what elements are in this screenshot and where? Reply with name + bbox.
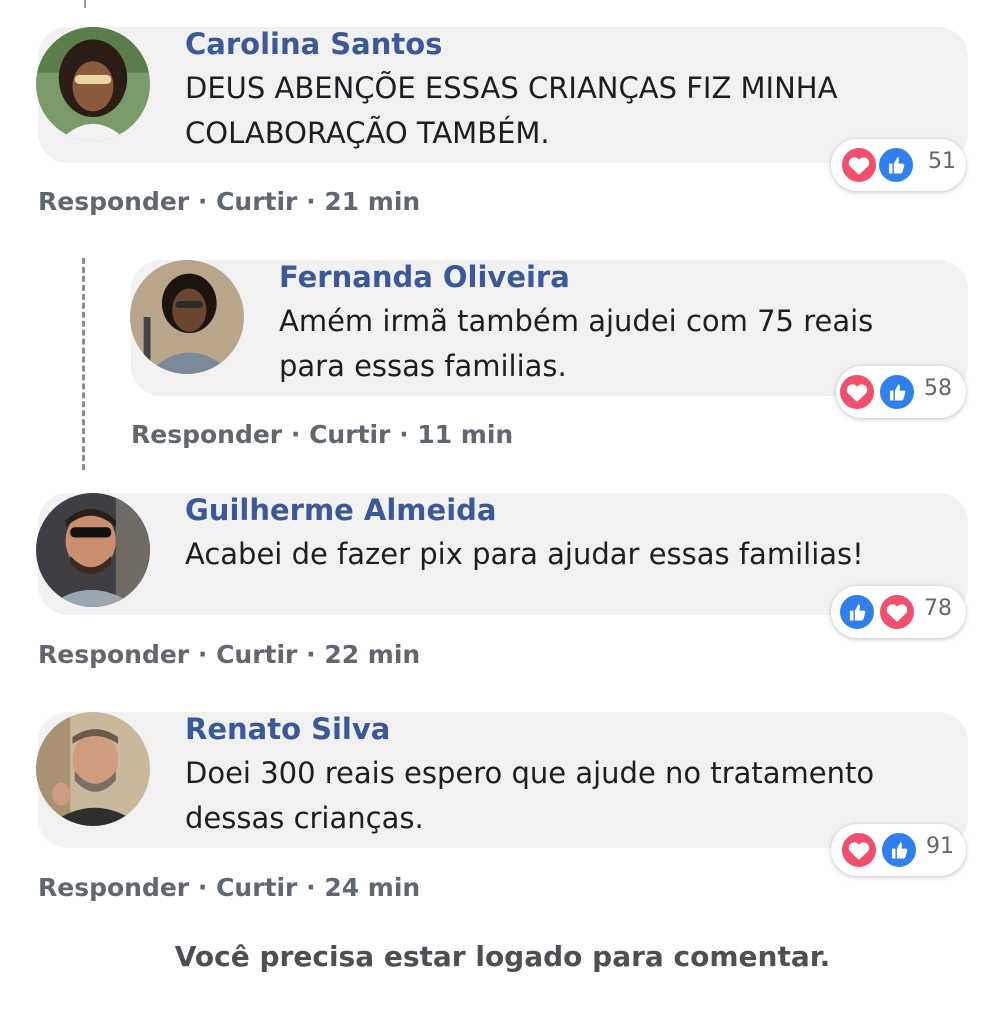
- avatar-photo: [36, 493, 150, 607]
- like-link[interactable]: Curtir: [216, 640, 297, 669]
- comment-text-line: dessas crianças.: [185, 801, 424, 835]
- comment-text-line: Doei 300 reais espero que ajude no trata…: [185, 756, 875, 790]
- comment-author[interactable]: Renato Silva: [185, 712, 390, 746]
- comment-text: Amém irmã também ajudei com 75 reais par…: [279, 299, 873, 389]
- comment-author[interactable]: Fernanda Oliveira: [279, 260, 570, 294]
- reply-link[interactable]: Responder: [38, 640, 189, 669]
- separator: ·: [290, 420, 310, 449]
- separator: ·: [197, 873, 217, 902]
- avatar[interactable]: [36, 27, 150, 141]
- avatar-photo: [36, 27, 150, 141]
- avatar-photo: [36, 712, 150, 826]
- love-icon: [840, 831, 878, 869]
- reaction-summary[interactable]: 51: [831, 139, 966, 191]
- comment-actions: Responder · Curtir · 21 min: [38, 187, 420, 216]
- avatar-photo: [130, 260, 244, 374]
- separator: ·: [306, 873, 325, 902]
- comment-time: 11 min: [417, 420, 514, 449]
- avatar[interactable]: [130, 260, 244, 374]
- like-link[interactable]: Curtir: [309, 420, 390, 449]
- comment-text: DEUS ABENÇÕE ESSAS CRIANÇAS FIZ MINHA CO…: [185, 66, 837, 156]
- comment-text-line: COLABORAÇÃO TAMBÉM.: [185, 116, 550, 150]
- avatar[interactable]: [36, 712, 150, 826]
- reaction-summary[interactable]: 91: [831, 824, 966, 876]
- comment-actions: Responder · Curtir · 11 min: [131, 420, 513, 449]
- reaction-summary[interactable]: 78: [831, 586, 966, 638]
- comment-text: Doei 300 reais espero que ajude no trata…: [185, 751, 874, 841]
- comment-author[interactable]: Guilherme Almeida: [185, 493, 496, 527]
- like-icon: [880, 831, 918, 869]
- like-icon: [878, 373, 916, 411]
- comment-time: 24 min: [324, 873, 421, 902]
- comment-actions: Responder · Curtir · 24 min: [38, 873, 420, 902]
- reaction-count: 58: [924, 376, 952, 401]
- separator: ·: [197, 187, 217, 216]
- comment-actions: Responder · Curtir · 22 min: [38, 640, 420, 669]
- reply-link[interactable]: Responder: [38, 187, 189, 216]
- comment-text-line: Amém irmã também ajudei com 75 reais: [279, 304, 874, 338]
- reaction-count: 78: [924, 596, 952, 621]
- reply-thread-line: [82, 258, 85, 470]
- like-link[interactable]: Curtir: [216, 187, 297, 216]
- love-icon: [840, 146, 878, 184]
- avatar[interactable]: [36, 493, 150, 607]
- separator: ·: [306, 187, 325, 216]
- like-link[interactable]: Curtir: [216, 873, 297, 902]
- separator: ·: [306, 640, 325, 669]
- comment-time: 21 min: [324, 187, 421, 216]
- love-icon: [838, 373, 876, 411]
- separator: ·: [399, 420, 418, 449]
- comment-author[interactable]: Carolina Santos: [185, 27, 442, 61]
- love-icon: [878, 593, 916, 631]
- login-required-notice: Você precisa estar logado para comentar.: [174, 940, 831, 973]
- reaction-summary[interactable]: 58: [836, 366, 966, 418]
- reaction-count: 51: [928, 149, 956, 174]
- comment-text-line: DEUS ABENÇÕE ESSAS CRIANÇAS FIZ MINHA: [185, 71, 838, 105]
- comment-text-line: para essas familias.: [279, 349, 567, 383]
- thread-connector-top: [84, 0, 88, 8]
- reply-link[interactable]: Responder: [131, 420, 282, 449]
- comment-time: 22 min: [324, 640, 421, 669]
- reaction-count: 91: [926, 834, 954, 859]
- like-icon: [877, 146, 915, 184]
- like-icon: [838, 593, 876, 631]
- separator: ·: [197, 640, 217, 669]
- comment-text-line: Acabei de fazer pix para ajudar essas fa…: [185, 537, 864, 571]
- comment-text: Acabei de fazer pix para ajudar essas fa…: [185, 532, 864, 577]
- reply-link[interactable]: Responder: [38, 873, 189, 902]
